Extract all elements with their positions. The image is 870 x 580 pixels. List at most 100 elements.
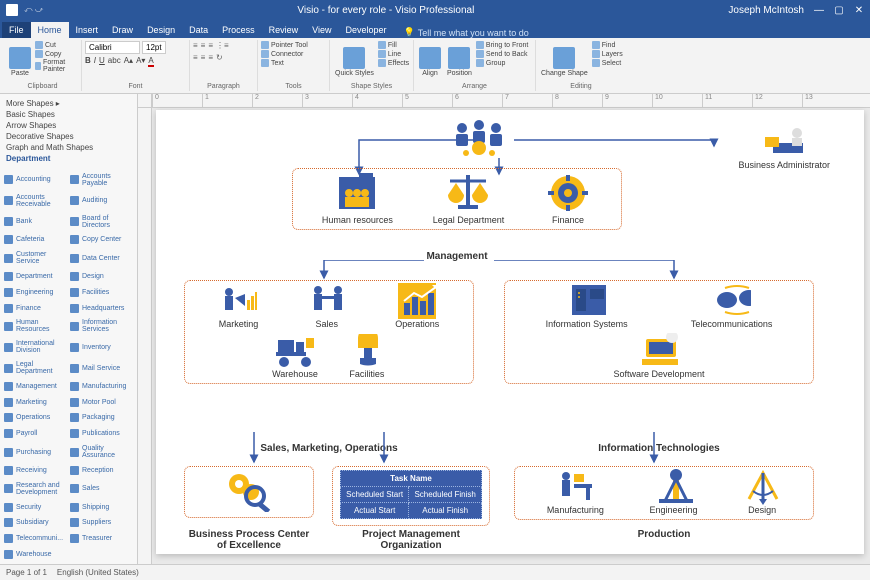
tab-view[interactable]: View (305, 22, 338, 38)
shape-item[interactable]: Facilities (70, 285, 133, 300)
tab-process[interactable]: Process (215, 22, 262, 38)
shape-item[interactable]: Operations (4, 411, 67, 426)
software-dev-node[interactable]: Software Development (613, 335, 704, 379)
facilities-node[interactable]: Facilities (348, 335, 386, 379)
design-node[interactable]: Design (743, 471, 781, 515)
marketing-node[interactable]: Marketing (219, 285, 259, 329)
stencil-arrow[interactable]: Arrow Shapes (6, 120, 131, 131)
align-left-button[interactable]: ≡ (193, 53, 198, 62)
operations-node[interactable]: Operations (395, 285, 439, 329)
shape-item[interactable]: Customer Service (4, 248, 67, 268)
cut-button[interactable]: Cut (35, 41, 78, 49)
group-button[interactable]: Group (476, 59, 528, 67)
manufacturing-node[interactable]: Manufacturing (547, 471, 604, 515)
find-button[interactable]: Find (592, 41, 623, 49)
shape-item[interactable]: Accounting (4, 170, 67, 190)
sales-node[interactable]: Sales (308, 285, 346, 329)
shape-item[interactable]: Mail Service (70, 358, 133, 378)
layers-button[interactable]: Layers (592, 50, 623, 58)
tab-file[interactable]: File (2, 22, 31, 38)
shape-item[interactable]: Receiving (4, 463, 67, 478)
hr-node[interactable]: Human resources (322, 173, 393, 225)
line-button[interactable]: Line (378, 50, 409, 58)
effects-button[interactable]: Effects (378, 59, 409, 67)
management-box[interactable]: Human resources Legal Department Finance (292, 168, 622, 230)
strike-button[interactable]: abc (108, 56, 121, 67)
stencil-basic[interactable]: Basic Shapes (6, 109, 131, 120)
shape-item[interactable]: Legal Department (4, 358, 67, 378)
text-tool-button[interactable]: Text (261, 59, 308, 67)
shape-item[interactable]: Human Resources (4, 317, 67, 337)
info-systems-node[interactable]: Information Systems (546, 285, 628, 329)
shape-item[interactable]: Board of Directors (70, 212, 133, 232)
connector-tool-button[interactable]: Connector (261, 50, 308, 58)
shape-item[interactable]: Copy Center (70, 232, 133, 247)
shape-item[interactable]: International Division (4, 337, 67, 357)
shape-item[interactable]: Packaging (70, 411, 133, 426)
smo-box[interactable]: Marketing Sales Operations Warehouse Fac… (184, 280, 474, 384)
shape-item[interactable]: Reception (70, 463, 133, 478)
stencil-graph[interactable]: Graph and Math Shapes (6, 142, 131, 153)
align-right-button[interactable]: ≡ (208, 53, 213, 62)
stencil-decorative[interactable]: Decorative Shapes (6, 131, 131, 142)
shape-item[interactable]: Finance (4, 301, 67, 316)
shape-item[interactable]: Cafeteria (4, 232, 67, 247)
shape-item[interactable]: Data Center (70, 248, 133, 268)
format-painter-button[interactable]: Format Painter (35, 59, 78, 73)
production-box[interactable]: Manufacturing Engineering Design (514, 466, 814, 520)
shape-item[interactable]: Accounts Receivable (4, 191, 67, 211)
italic-button[interactable]: I (94, 56, 96, 67)
align-center-button[interactable]: ≡ (201, 53, 206, 62)
tell-me-search[interactable]: 💡Tell me what you want to do (404, 27, 529, 38)
shape-item[interactable]: Management (4, 379, 67, 394)
shape-item[interactable]: Quality Assurance (70, 442, 133, 462)
rotate-button[interactable]: ↻ (216, 53, 223, 62)
shape-item[interactable]: Telecommuni... (4, 531, 67, 546)
shape-item[interactable]: Suppliers (70, 516, 133, 531)
shape-item[interactable]: Design (70, 269, 133, 284)
business-admin-node[interactable]: Business Administrator (738, 126, 830, 170)
engineering-node[interactable]: Engineering (649, 471, 697, 515)
shape-item[interactable]: Bank (4, 212, 67, 232)
pmo-table[interactable]: Task Name Scheduled StartScheduled Finis… (340, 470, 482, 519)
drawing-page[interactable]: Business Administrator Human resources L… (156, 110, 864, 554)
shape-item[interactable]: Subsidiary (4, 516, 67, 531)
shape-item[interactable]: Marketing (4, 395, 67, 410)
bullets-button[interactable]: ⋮≡ (216, 41, 229, 50)
tab-developer[interactable]: Developer (338, 22, 393, 38)
font-family-input[interactable] (85, 41, 140, 54)
tab-draw[interactable]: Draw (105, 22, 140, 38)
shape-item[interactable]: Warehouse (4, 547, 67, 562)
shape-item[interactable]: Shipping (70, 500, 133, 515)
send-back-button[interactable]: Send to Back (476, 50, 528, 58)
stencil-more[interactable]: More Shapes ▸ (6, 98, 131, 109)
shape-item[interactable]: Manufacturing (70, 379, 133, 394)
tab-design[interactable]: Design (140, 22, 182, 38)
align-top-button[interactable]: ≡ (193, 41, 198, 50)
tab-review[interactable]: Review (262, 22, 306, 38)
pointer-tool-button[interactable]: Pointer Tool (261, 41, 308, 49)
bpce-box[interactable] (184, 466, 314, 518)
bpce-node[interactable] (225, 471, 273, 513)
shape-item[interactable]: Research and Development (4, 479, 67, 499)
autosave-toggle[interactable]: ⤺ ⤻ (24, 5, 43, 15)
restore-icon[interactable]: ▢ (834, 5, 844, 15)
quick-styles-button[interactable]: Quick Styles (333, 41, 376, 83)
shape-item[interactable]: Motor Pool (70, 395, 133, 410)
shrink-font-button[interactable]: A▾ (136, 56, 145, 67)
shape-item[interactable]: Engineering (4, 285, 67, 300)
underline-button[interactable]: U (99, 56, 105, 67)
align-button[interactable]: Align (417, 41, 443, 83)
telecom-node[interactable]: Telecommunications (691, 285, 773, 329)
shape-item[interactable]: Purchasing (4, 442, 67, 462)
tab-data[interactable]: Data (182, 22, 215, 38)
warehouse-node[interactable]: Warehouse (272, 335, 318, 379)
tab-insert[interactable]: Insert (69, 22, 106, 38)
tab-home[interactable]: Home (31, 22, 69, 38)
shape-item[interactable]: Accounts Payable (70, 170, 133, 190)
shape-item[interactable]: Information Services (70, 317, 133, 337)
shape-item[interactable]: Publications (70, 426, 133, 441)
shape-item[interactable]: Security (4, 500, 67, 515)
it-box[interactable]: Information Systems Telecommunications S… (504, 280, 814, 384)
copy-button[interactable]: Copy (35, 50, 78, 58)
